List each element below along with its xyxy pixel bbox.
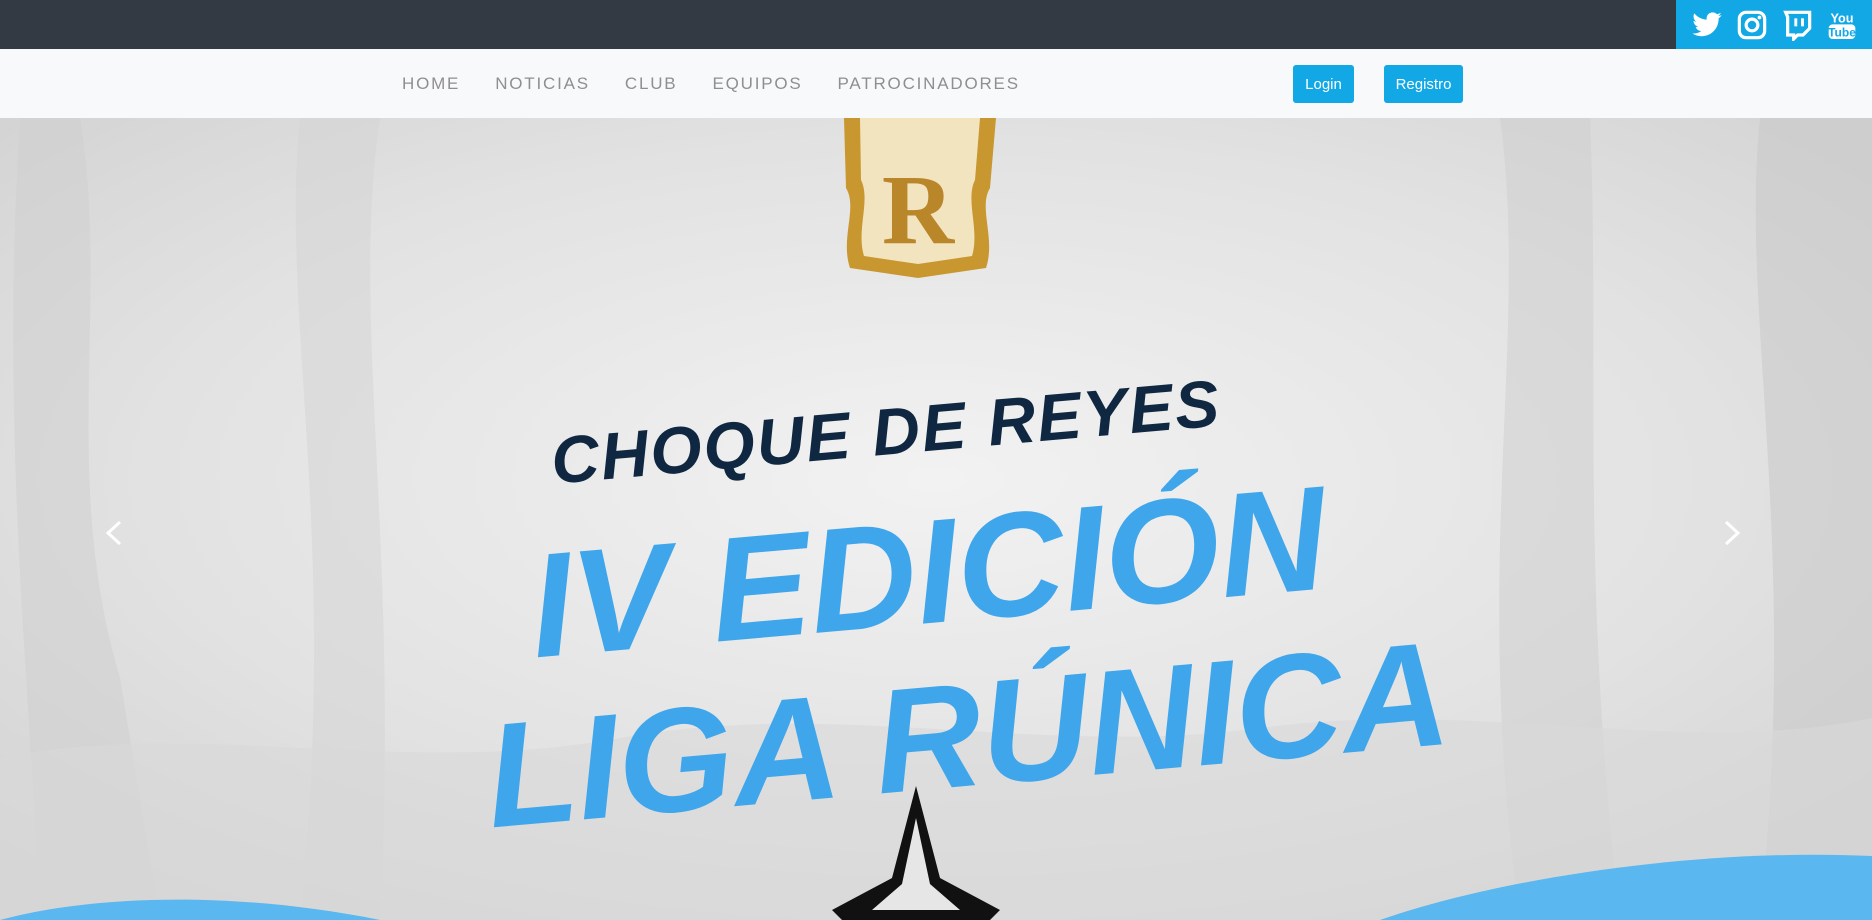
top-bar: You Tube xyxy=(0,0,1872,49)
instagram-icon xyxy=(1737,10,1766,39)
twitter-icon xyxy=(1691,11,1722,36)
twitter-link[interactable] xyxy=(1690,8,1724,42)
carousel-prev-icon[interactable] xyxy=(100,518,130,548)
nav-club[interactable]: CLUB xyxy=(625,74,678,94)
carousel-next-icon[interactable] xyxy=(1716,518,1746,548)
logo-letter: R xyxy=(882,154,956,265)
youtube-link[interactable]: You Tube xyxy=(1825,8,1859,42)
main-nav: HOME NOTICIAS CLUB EQUIPOS PATROCINADORE… xyxy=(386,49,1039,118)
hero-banner: R CHOQUE DE REYES IV EDICIÓN LIGA RÚNICA xyxy=(0,118,1872,920)
register-button[interactable]: Registro xyxy=(1384,65,1463,103)
instagram-link[interactable] xyxy=(1735,8,1769,42)
social-links: You Tube xyxy=(1676,0,1872,49)
nav-patrocinadores[interactable]: PATROCINADORES xyxy=(838,74,1020,94)
nav-equipos[interactable]: EQUIPOS xyxy=(712,74,802,94)
login-button[interactable]: Login xyxy=(1293,65,1354,103)
twitch-icon xyxy=(1782,10,1811,41)
main-navbar: HOME NOTICIAS CLUB EQUIPOS PATROCINADORE… xyxy=(0,49,1872,118)
nav-noticias[interactable]: NOTICIAS xyxy=(495,74,590,94)
nav-home[interactable]: HOME xyxy=(402,74,460,94)
youtube-label-bottom: Tube xyxy=(1828,25,1856,39)
rune-logo-icon: R xyxy=(844,118,996,278)
youtube-label-top: You xyxy=(1830,11,1853,25)
twitch-link[interactable] xyxy=(1780,8,1814,42)
youtube-icon: You Tube xyxy=(1828,11,1856,39)
